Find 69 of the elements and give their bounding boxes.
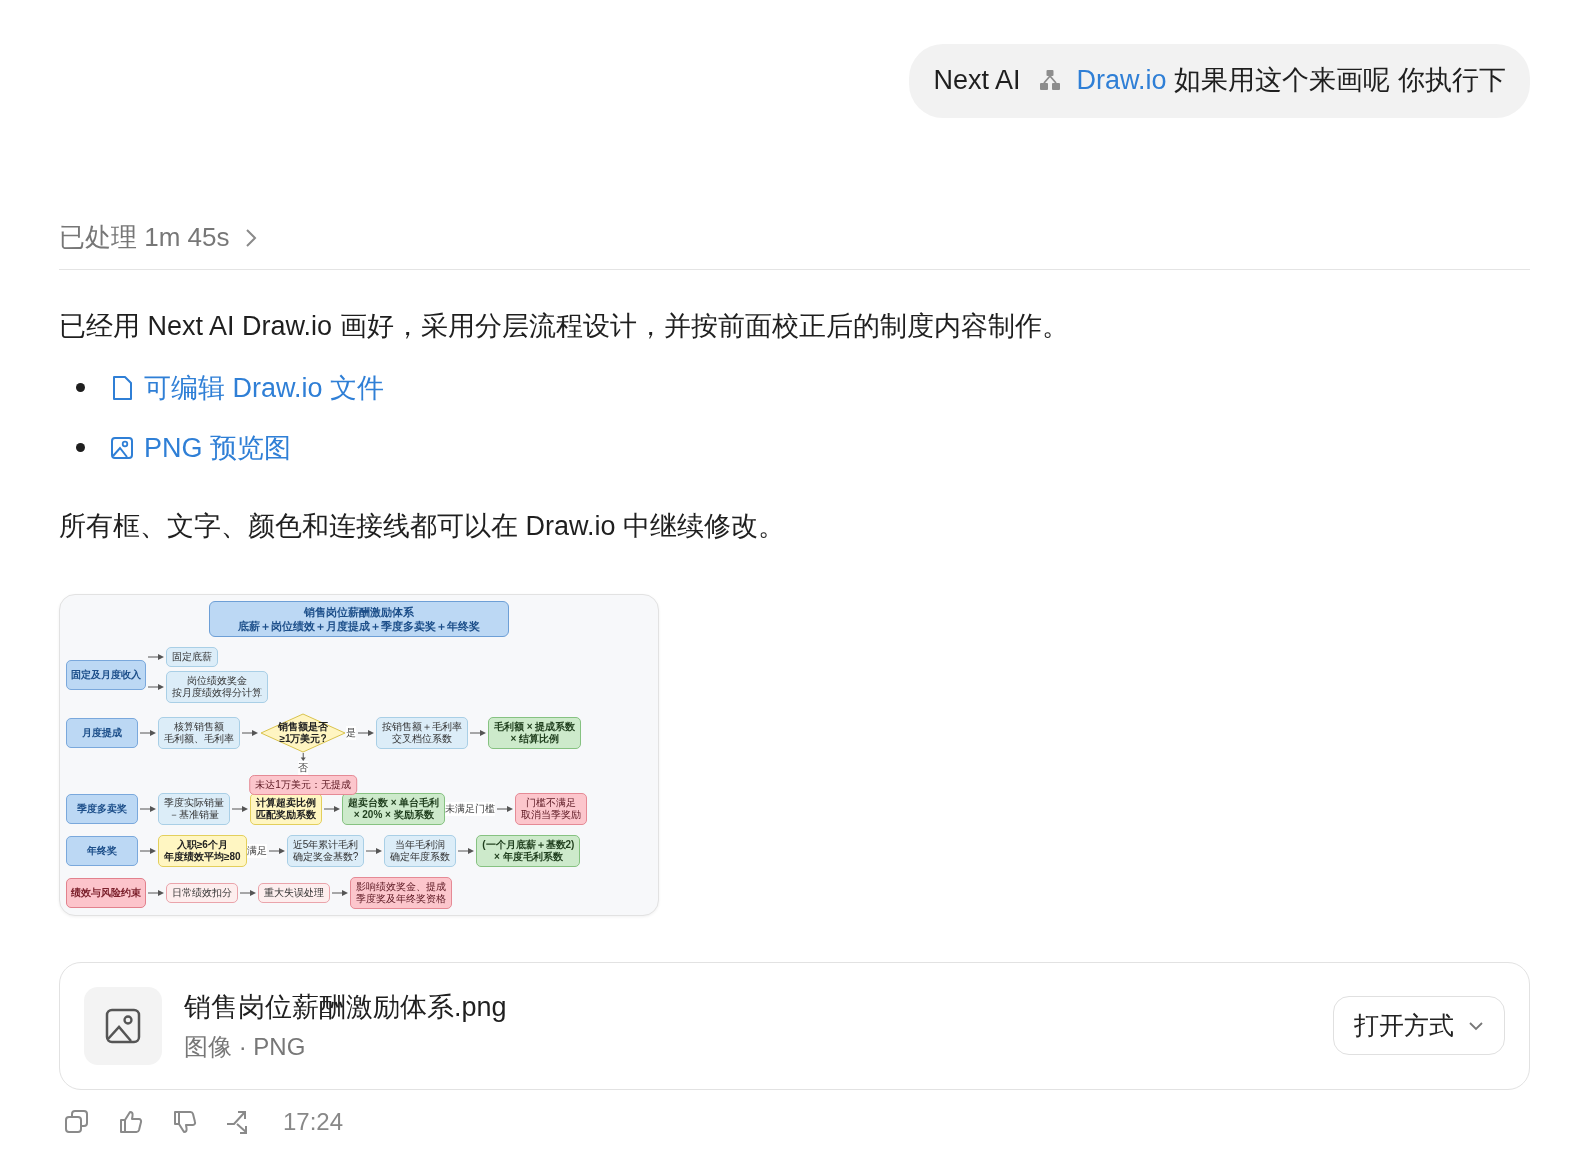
message-text: Next AI — [933, 64, 1021, 96]
process-node: 当年毛利润 确定年度系数 — [384, 835, 457, 868]
process-node: 日常绩效扣分 — [166, 883, 238, 904]
process-node: 岗位绩效奖金 按月度绩效得分计算 — [166, 671, 268, 704]
condition-node: 计算超卖比例 匹配奖励系数 — [250, 793, 322, 826]
timestamp: 17:24 — [283, 1107, 344, 1136]
connector-arrow — [332, 889, 348, 898]
connector-label: 否 — [298, 761, 308, 776]
connector-arrow — [148, 683, 164, 692]
connector-label: 是 — [346, 726, 356, 741]
warning-node: 未达1万美元：无提成 — [249, 775, 357, 796]
copy-icon[interactable] — [63, 1107, 91, 1136]
file-name: 销售岗位薪酬激励体系.png — [184, 990, 508, 1024]
file-link[interactable]: PNG 预览图 — [110, 429, 291, 466]
lane-node: 固定及月度收入 — [66, 660, 146, 691]
process-node: 固定底薪 — [166, 647, 218, 668]
file-link[interactable]: 可编辑 Draw.io 文件 — [110, 369, 385, 406]
diagram-icon — [1038, 68, 1063, 92]
lane-node: 年终奖 — [66, 836, 138, 867]
process-node: 近5年累计毛利 确定奖金基数? — [286, 835, 365, 868]
file-card[interactable]: 销售岗位薪酬激励体系.png 图像 · PNG 打开方式 — [59, 961, 1530, 1090]
condition-node: 入职≥6个月 年度绩效平均≥80 — [158, 835, 247, 868]
lane-node: 季度多卖奖 — [66, 794, 138, 825]
connector-arrow — [366, 847, 383, 856]
result-node: 超卖台数 × 单台毛利 × 20% × 奖励系数 — [342, 793, 446, 826]
connector-label: 满足 — [246, 844, 267, 859]
open-with-button[interactable]: 打开方式 — [1333, 996, 1505, 1056]
connector-arrow — [497, 805, 514, 814]
response-text: 已经用 Next AI Draw.io 画好，采用分层流程设计，并按前面校正后的制度内容制作。 — [59, 310, 1070, 343]
lane-node: 月度提成 — [66, 718, 138, 749]
chevron-down-icon — [1468, 1020, 1484, 1031]
process-node: 按销售额＋毛利率 交叉档位系数 — [376, 717, 468, 750]
process-node: 核算销售额 毛利额、毛利率 — [158, 717, 240, 750]
bullet-icon — [76, 443, 85, 453]
process-node: 季度实际销量 －基准销量 — [158, 793, 230, 826]
connector-arrow — [140, 729, 156, 738]
connector-arrow — [148, 653, 164, 662]
connector-arrow — [470, 729, 486, 738]
warning-node: 门槛不满足 取消当季奖励 — [515, 793, 588, 826]
connector-arrow — [358, 729, 374, 738]
warning-node: 影响绩效奖金、提成 季度奖及年终奖资格 — [350, 877, 452, 910]
connector-arrow — [458, 847, 475, 856]
chevron-right-icon[interactable] — [243, 226, 258, 249]
image-icon — [104, 1006, 142, 1045]
bullet-icon — [76, 383, 85, 393]
connector-arrow — [148, 889, 164, 898]
connector-arrow — [140, 805, 156, 814]
message-text: 如果用这个来画呢 你执行下 — [1174, 64, 1506, 97]
diagram-preview[interactable] — [59, 593, 659, 916]
connector-arrow — [232, 805, 248, 814]
connector-arrow — [140, 847, 156, 856]
image-icon — [110, 434, 134, 461]
result-node: (一个月底薪＋基数2) × 年度毛利系数 — [476, 835, 581, 868]
mention-link[interactable]: Draw.io — [1076, 64, 1167, 96]
decision-node: 销售额是否 ≥1万美元? — [260, 713, 346, 754]
processing-status[interactable]: 已处理 1m 45s — [59, 220, 230, 255]
result-node: 毛利额 × 提成系数 × 结算比例 — [488, 717, 582, 750]
file-type: 图像 · PNG — [184, 1031, 307, 1062]
connector-arrow — [240, 889, 256, 898]
connector-arrow — [242, 729, 258, 738]
connector-arrow — [268, 847, 285, 856]
lane-node: 绩效与风险约束 — [66, 878, 146, 909]
connector-arrow — [324, 805, 340, 814]
process-node: 重大失误处理 — [258, 883, 330, 904]
file-icon — [110, 374, 134, 401]
response-text: 所有框、文字、颜色和连接线都可以在 Draw.io 中继续修改。 — [59, 509, 787, 543]
title-node: 销售岗位薪酬激励体系 底薪＋岗位绩效＋月度提成＋季度多卖奖＋年终奖 — [209, 600, 509, 638]
connector-label: 未满足门槛 — [445, 802, 496, 817]
connector-arrow — [299, 753, 307, 762]
